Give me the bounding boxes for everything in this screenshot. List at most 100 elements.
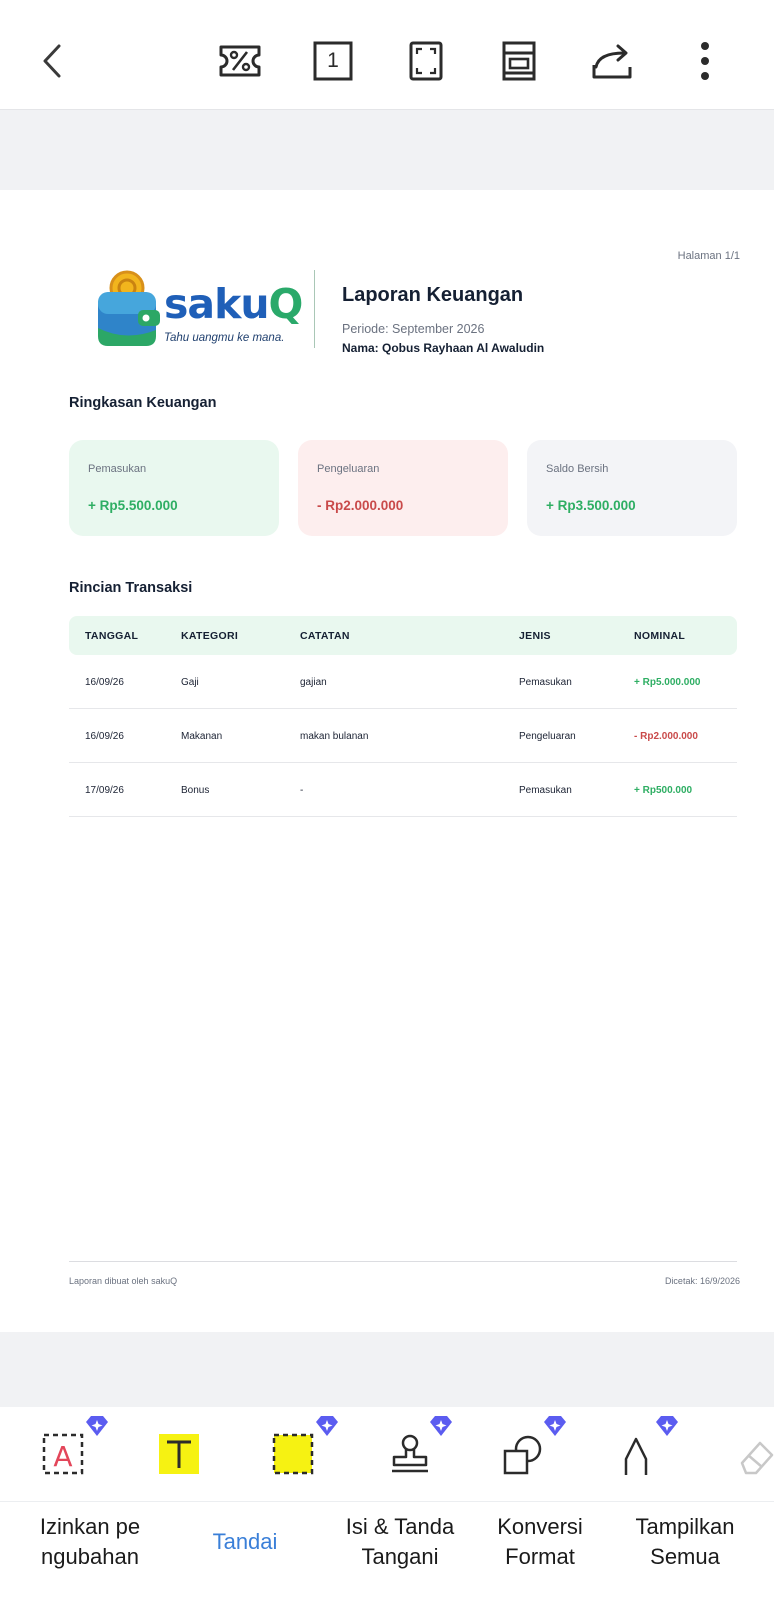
tab-label-line: Konversi	[497, 1514, 583, 1539]
eraser-tool[interactable]	[732, 1427, 774, 1487]
highlight-text-tool[interactable]	[158, 1427, 228, 1487]
column-header-note: CATATAN	[300, 630, 350, 642]
shapes-icon	[503, 1435, 542, 1475]
more-options-button[interactable]	[677, 33, 733, 89]
bottom-toolbar: A Izinkan pe ngubahan Tandai Isi & Tanda…	[0, 1407, 774, 1600]
stamp-tool[interactable]	[388, 1416, 458, 1487]
back-button[interactable]	[26, 33, 82, 89]
tab-label-line: Isi & Tanda	[345, 1514, 455, 1539]
column-header-amount: NOMINAL	[634, 630, 686, 642]
share-icon	[592, 44, 632, 79]
report-title: Laporan Keuangan	[342, 284, 524, 306]
percent-ticket-icon	[219, 45, 261, 77]
pdf-page[interactable]: Halaman 1/1 sakuQ Tahu uangmu ke mana. L…	[0, 190, 774, 1332]
cell-type: Pengeluaran	[519, 731, 576, 742]
logo-wordmark: sakuQ	[164, 280, 303, 328]
page-indicator: Halaman 1/1	[677, 250, 740, 262]
header-divider	[314, 270, 315, 348]
cell-type: Pemasukan	[519, 677, 572, 688]
pdf-viewer-app: 1 Halaman 1/1 sakuQ Tahu uangmu ke mana.…	[0, 0, 774, 1600]
card-label: Pemasukan	[88, 463, 147, 475]
table-header: TANGGAL KATEGORI CATATAN JENIS NOMINAL	[69, 616, 737, 655]
sakuq-logo: sakuQ Tahu uangmu ke mana.	[96, 270, 303, 352]
premium-gem-icon	[656, 1416, 678, 1436]
pen-tool[interactable]	[620, 1416, 690, 1487]
page-number-button[interactable]: 1	[305, 33, 361, 89]
layout-icon	[502, 41, 536, 81]
cell-date: 17/09/26	[85, 785, 124, 796]
card-value: - Rp2.000.000	[317, 498, 404, 513]
chevron-left-icon	[43, 44, 61, 78]
tab-markup[interactable]: Tandai	[180, 1527, 310, 1557]
pen-icon	[624, 1437, 648, 1475]
text-box-tool[interactable]: A	[42, 1416, 112, 1487]
cell-category: Gaji	[181, 677, 199, 688]
cell-date: 16/09/26	[85, 677, 124, 688]
highlight-text-icon	[159, 1434, 199, 1474]
cell-note: makan bulanan	[300, 731, 369, 742]
annotation-tools-row: A	[0, 1407, 774, 1502]
summary-section-title: Ringkasan Keuangan	[69, 395, 217, 411]
footer-printed-date: Dicetak: 16/9/2026	[664, 1276, 740, 1286]
report-owner-name: Nama: Qobus Rayhaan Al Awaludin	[342, 341, 545, 355]
tab-label-line: Format	[505, 1544, 575, 1569]
tab-label-line: Tandai	[212, 1529, 278, 1554]
top-toolbar: 1	[0, 0, 774, 110]
tab-label-line: Tampilkan	[635, 1514, 735, 1539]
page-number-label: 1	[327, 49, 339, 72]
table-row: 16/09/26 Makanan makan bulanan Pengeluar…	[69, 709, 737, 763]
cell-category: Bonus	[181, 785, 210, 796]
tab-label-line: ngubahan	[41, 1544, 139, 1569]
column-header-date: TANGGAL	[85, 630, 139, 642]
logo-tagline: Tahu uangmu ke mana.	[164, 332, 285, 344]
page-gap-top	[0, 111, 774, 190]
shapes-tool[interactable]	[502, 1416, 572, 1487]
fullscreen-button[interactable]	[398, 33, 454, 89]
premium-gem-icon	[430, 1416, 452, 1436]
stamp-icon	[392, 1434, 428, 1473]
column-header-type: JENIS	[519, 630, 551, 642]
card-label: Saldo Bersih	[546, 463, 609, 475]
transactions-section-title: Rincian Transaksi	[69, 580, 193, 596]
cell-category: Makanan	[181, 731, 223, 742]
column-header-category: KATEGORI	[181, 630, 239, 642]
more-vertical-icon	[701, 42, 709, 80]
svg-text:A: A	[53, 1440, 72, 1473]
premium-gem-icon	[316, 1416, 338, 1436]
net-balance-card: Saldo Bersih + Rp3.500.000	[527, 440, 737, 536]
discount-button[interactable]	[212, 33, 268, 89]
cell-amount: + Rp500.000	[634, 785, 693, 796]
wallet-coin-icon	[98, 270, 160, 346]
cell-note: gajian	[300, 677, 327, 688]
table-row: 16/09/26 Gaji gajian Pemasukan + Rp5.000…	[69, 655, 737, 709]
tab-allow-editing[interactable]: Izinkan pe ngubahan	[20, 1512, 160, 1572]
tab-fill-and-sign[interactable]: Isi & Tanda Tangani	[325, 1512, 475, 1572]
cell-type: Pemasukan	[519, 785, 572, 796]
premium-gem-icon	[544, 1416, 566, 1436]
highlight-area-icon	[272, 1433, 314, 1475]
highlight-area-tool[interactable]	[272, 1416, 342, 1487]
tab-show-all[interactable]: Tampilkan Semua	[615, 1512, 755, 1572]
tab-label-line: Tangani	[361, 1544, 439, 1569]
transactions-table: TANGGAL KATEGORI CATATAN JENIS NOMINAL 1…	[69, 616, 737, 817]
tab-label-line: Izinkan pe	[39, 1514, 141, 1539]
cell-date: 16/09/26	[85, 731, 124, 742]
card-value: + Rp5.500.000	[88, 498, 178, 513]
premium-gem-icon	[86, 1416, 108, 1436]
tab-convert-format[interactable]: Konversi Format	[475, 1512, 605, 1572]
expense-card: Pengeluaran - Rp2.000.000	[298, 440, 508, 536]
footer-divider	[69, 1261, 737, 1262]
share-button[interactable]	[584, 33, 640, 89]
card-label: Pengeluaran	[317, 463, 380, 475]
page-gap-bottom	[0, 1332, 774, 1407]
income-card: Pemasukan + Rp5.500.000	[69, 440, 279, 536]
layout-button[interactable]	[491, 33, 547, 89]
cell-note: -	[300, 785, 304, 796]
fullscreen-icon	[409, 41, 443, 81]
eraser-icon	[740, 1441, 774, 1475]
table-row: 17/09/26 Bonus - Pemasukan + Rp500.000	[69, 763, 737, 817]
tab-label-line: Semua	[650, 1544, 720, 1569]
footer-generated-by: Laporan dibuat oleh sakuQ	[69, 1276, 178, 1286]
cell-amount: - Rp2.000.000	[634, 731, 698, 742]
card-value: + Rp3.500.000	[546, 498, 636, 513]
